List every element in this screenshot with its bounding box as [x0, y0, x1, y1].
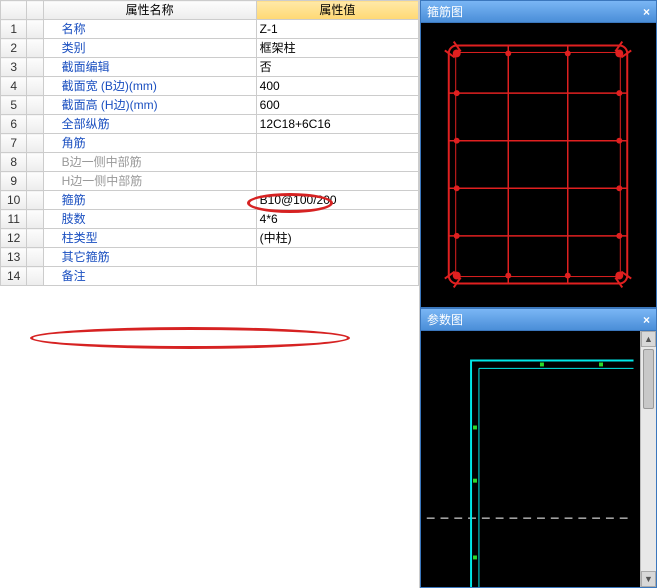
close-icon[interactable]: × — [643, 5, 650, 19]
expander-cell — [27, 20, 43, 39]
table-row[interactable]: 8 B边一侧中部筋 — [1, 153, 419, 172]
property-value[interactable]: (中柱) — [256, 229, 418, 248]
row-number: 4 — [1, 77, 27, 96]
expander-cell — [27, 248, 43, 267]
property-value[interactable]: 600 — [256, 96, 418, 115]
row-number: 10 — [1, 191, 27, 210]
param-diagram-header: 参数图 × — [420, 308, 657, 331]
property-panel: 属性名称 属性值 1 名称Z-1 2 类别框架柱 3 截面编辑否 4 截面宽 (B边)(mm)… — [0, 0, 420, 588]
table-row[interactable]: 5 截面高 (H边)(mm)600 — [1, 96, 419, 115]
row-number: 8 — [1, 153, 27, 172]
property-name[interactable]: 截面宽 (B边)(mm) — [43, 77, 256, 96]
property-value[interactable]: B10@100/200 — [256, 191, 418, 210]
scroll-down-arrow[interactable]: ▼ — [641, 571, 656, 587]
table-row[interactable]: 7 角筋 — [1, 134, 419, 153]
row-number: 13 — [1, 248, 27, 267]
row-number: 12 — [1, 229, 27, 248]
table-row[interactable]: 4 截面宽 (B边)(mm)400 — [1, 77, 419, 96]
table-row[interactable]: 13 其它箍筋 — [1, 248, 419, 267]
expander-cell — [27, 134, 43, 153]
name-header[interactable]: 属性名称 — [43, 1, 256, 20]
row-number: 2 — [1, 39, 27, 58]
table-row[interactable]: 1 名称Z-1 — [1, 20, 419, 39]
property-value[interactable] — [256, 267, 418, 286]
property-name[interactable]: 全部纵筋 — [43, 115, 256, 134]
table-row[interactable]: 9 H边一侧中部筋 — [1, 172, 419, 191]
property-name[interactable]: 角筋 — [43, 134, 256, 153]
property-table: 属性名称 属性值 1 名称Z-1 2 类别框架柱 3 截面编辑否 4 截面宽 (B边)(mm)… — [0, 0, 419, 286]
expander-cell — [27, 77, 43, 96]
property-name[interactable]: 箍筋 — [43, 191, 256, 210]
property-value[interactable]: 框架柱 — [256, 39, 418, 58]
vertical-scrollbar[interactable]: ▲ ▼ — [640, 331, 656, 587]
table-row[interactable]: 6 全部纵筋12C18+6C16 — [1, 115, 419, 134]
scroll-thumb[interactable] — [643, 349, 654, 409]
property-value[interactable]: 4*6 — [256, 210, 418, 229]
row-number: 5 — [1, 96, 27, 115]
property-name[interactable]: 肢数 — [43, 210, 256, 229]
property-value[interactable] — [256, 153, 418, 172]
expander-cell — [27, 191, 43, 210]
property-name[interactable]: 名称 — [43, 20, 256, 39]
row-number-header — [1, 1, 27, 20]
table-row[interactable]: 2 类别框架柱 — [1, 39, 419, 58]
expander-cell — [27, 229, 43, 248]
property-value[interactable]: Z-1 — [256, 20, 418, 39]
expander-cell — [27, 39, 43, 58]
scroll-up-arrow[interactable]: ▲ — [641, 331, 656, 347]
property-value[interactable]: 400 — [256, 77, 418, 96]
property-value[interactable] — [256, 248, 418, 267]
table-row[interactable]: 11 肢数4*6 — [1, 210, 419, 229]
row-number: 1 — [1, 20, 27, 39]
expander-cell — [27, 172, 43, 191]
expander-header — [27, 1, 43, 20]
property-name[interactable]: H边一侧中部筋 — [43, 172, 256, 191]
row-number: 11 — [1, 210, 27, 229]
table-row[interactable]: 3 截面编辑否 — [1, 58, 419, 77]
param-svg — [421, 331, 656, 587]
expander-cell — [27, 153, 43, 172]
row-number: 14 — [1, 267, 27, 286]
param-diagram: ▲ ▼ — [420, 331, 657, 588]
expander-cell — [27, 115, 43, 134]
param-diagram-title: 参数图 — [427, 311, 463, 328]
row-number: 7 — [1, 134, 27, 153]
expander-cell — [27, 58, 43, 77]
expander-cell — [27, 96, 43, 115]
row-number: 3 — [1, 58, 27, 77]
row-number: 9 — [1, 172, 27, 191]
table-row[interactable]: 10 箍筋B10@100/200 — [1, 191, 419, 210]
expander-cell — [27, 210, 43, 229]
row-number: 6 — [1, 115, 27, 134]
property-name[interactable]: 类别 — [43, 39, 256, 58]
table-row[interactable]: 12 柱类型(中柱) — [1, 229, 419, 248]
stirrup-diagram — [420, 23, 657, 308]
close-icon[interactable]: × — [643, 313, 650, 327]
table-header-row: 属性名称 属性值 — [1, 1, 419, 20]
property-value[interactable]: 否 — [256, 58, 418, 77]
property-value[interactable]: 12C18+6C16 — [256, 115, 418, 134]
property-value[interactable] — [256, 172, 418, 191]
property-name[interactable]: 截面高 (H边)(mm) — [43, 96, 256, 115]
property-name[interactable]: 备注 — [43, 267, 256, 286]
property-name[interactable]: 截面编辑 — [43, 58, 256, 77]
expander-cell — [27, 267, 43, 286]
property-name[interactable]: B边一侧中部筋 — [43, 153, 256, 172]
property-value[interactable] — [256, 134, 418, 153]
stirrup-svg — [421, 23, 656, 307]
property-name[interactable]: 其它箍筋 — [43, 248, 256, 267]
property-name[interactable]: 柱类型 — [43, 229, 256, 248]
value-header[interactable]: 属性值 — [256, 1, 418, 20]
table-row[interactable]: 14 备注 — [1, 267, 419, 286]
stirrup-diagram-title: 箍筋图 — [427, 3, 463, 20]
stirrup-diagram-header: 箍筋图 × — [420, 0, 657, 23]
